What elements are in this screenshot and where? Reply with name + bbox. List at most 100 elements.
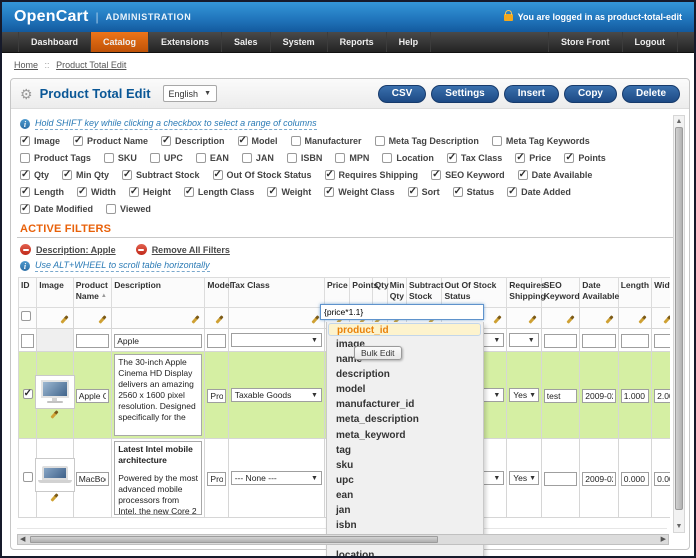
column-toggle[interactable]: Description xyxy=(161,135,225,147)
col-header-id[interactable]: ID xyxy=(19,278,37,308)
column-toggle[interactable]: Meta Tag Keywords xyxy=(492,135,590,147)
settings-button[interactable]: Settings xyxy=(431,85,498,103)
col-header-date-available[interactable]: Date Available xyxy=(580,278,619,308)
product-name-input[interactable] xyxy=(76,389,110,403)
filter-tax-class-select[interactable]: ▼ xyxy=(231,333,322,347)
seo-keyword-input[interactable] xyxy=(544,472,578,486)
edit-image-pencil-icon[interactable] xyxy=(51,410,59,419)
language-select[interactable]: English ▼ xyxy=(163,85,217,102)
checkbox-icon[interactable] xyxy=(447,153,457,163)
checkbox-icon[interactable] xyxy=(20,204,30,214)
width-input[interactable] xyxy=(654,472,670,486)
select-all-checkbox[interactable] xyxy=(21,311,31,321)
bulk-field-option[interactable]: ean xyxy=(327,488,483,503)
column-toggle[interactable]: Subtract Stock xyxy=(122,169,200,181)
date-available-input[interactable] xyxy=(582,472,616,486)
csv-button[interactable]: CSV xyxy=(378,85,427,103)
nav-item-dashboard[interactable]: Dashboard xyxy=(18,32,91,52)
column-toggle[interactable]: Date Available xyxy=(518,169,593,181)
column-toggle[interactable]: Date Modified xyxy=(20,203,93,215)
checkbox-icon[interactable] xyxy=(129,187,139,197)
col-header-image[interactable]: Image xyxy=(37,278,73,308)
column-toggle[interactable]: JAN xyxy=(242,152,274,164)
column-toggle[interactable]: EAN xyxy=(196,152,229,164)
bulk-edit-pencil-icon[interactable] xyxy=(215,315,223,324)
bulk-edit-price-input[interactable] xyxy=(320,304,484,320)
checkbox-icon[interactable] xyxy=(507,187,517,197)
horizontal-scrollbar[interactable]: ◀ ▶ xyxy=(17,534,669,545)
checkbox-icon[interactable] xyxy=(324,187,334,197)
checkbox-icon[interactable] xyxy=(375,136,385,146)
column-toggle[interactable]: SKU xyxy=(104,152,137,164)
scroll-up-arrow-icon[interactable]: ▲ xyxy=(674,117,684,126)
column-toggle[interactable]: Location xyxy=(382,152,434,164)
column-toggle[interactable]: Weight xyxy=(267,186,311,198)
breadcrumb-home-link[interactable]: Home xyxy=(14,60,38,70)
checkbox-icon[interactable] xyxy=(104,153,114,163)
horizontal-scrollbar-thumb[interactable] xyxy=(30,536,438,543)
bulk-edit-pencil-icon[interactable] xyxy=(494,315,502,324)
bulk-field-option[interactable]: sku xyxy=(327,458,483,473)
col-header-out-of-stock-status[interactable]: Out Of Stock Status xyxy=(442,278,507,308)
checkbox-icon[interactable] xyxy=(492,136,502,146)
nav-item-help[interactable]: Help xyxy=(387,32,432,52)
filter-date-available-input[interactable] xyxy=(582,334,616,348)
bulk-field-option[interactable]: product_id xyxy=(328,323,481,336)
column-toggle[interactable]: Meta Tag Description xyxy=(375,135,479,147)
description-editor[interactable]: The 30-inch Apple Cinema HD Display deli… xyxy=(114,354,202,436)
column-toggle[interactable]: Product Tags xyxy=(20,152,91,164)
bulk-edit-pencil-icon[interactable] xyxy=(664,315,670,324)
bulk-edit-pencil-icon[interactable] xyxy=(528,315,536,324)
column-toggle[interactable]: Date Added xyxy=(507,186,571,198)
seo-keyword-input[interactable] xyxy=(544,389,578,403)
delete-button[interactable]: Delete xyxy=(622,85,680,103)
description-editor[interactable]: Latest Intel mobile architecture Powered… xyxy=(114,441,202,515)
column-toggle[interactable]: Weight Class xyxy=(324,186,394,198)
column-toggle[interactable]: SEO Keyword xyxy=(431,169,505,181)
bulk-edit-pencil-icon[interactable] xyxy=(192,315,200,324)
scroll-left-arrow-icon[interactable]: ◀ xyxy=(20,535,25,545)
checkbox-icon[interactable] xyxy=(20,170,30,180)
checkbox-icon[interactable] xyxy=(20,153,30,163)
checkbox-icon[interactable] xyxy=(431,170,441,180)
nav-item-store-front[interactable]: Store Front xyxy=(548,32,623,52)
column-toggle[interactable]: ISBN xyxy=(287,152,323,164)
checkbox-icon[interactable] xyxy=(62,170,72,180)
vertical-scrollbar-thumb[interactable] xyxy=(675,127,683,510)
bulk-field-option[interactable]: isbn xyxy=(327,518,483,533)
checkbox-icon[interactable] xyxy=(20,136,30,146)
column-toggle[interactable]: Length Class xyxy=(184,186,255,198)
remove-all-filters-link[interactable]: Remove All Filters xyxy=(152,245,230,255)
col-header-length[interactable]: Length xyxy=(618,278,651,308)
bulk-field-option[interactable]: jan xyxy=(327,503,483,518)
col-header-tax-class[interactable]: Tax Class xyxy=(228,278,324,308)
edit-image-pencil-icon[interactable] xyxy=(51,493,59,502)
date-available-input[interactable] xyxy=(582,389,616,403)
row-checkbox[interactable] xyxy=(23,472,33,482)
bulk-field-option[interactable]: name xyxy=(327,352,483,367)
nav-item-sales[interactable]: Sales xyxy=(222,32,271,52)
bulk-field-option[interactable]: location xyxy=(327,548,483,558)
checkbox-icon[interactable] xyxy=(122,170,132,180)
checkbox-icon[interactable] xyxy=(335,153,345,163)
filter-id-input[interactable] xyxy=(21,334,34,348)
checkbox-icon[interactable] xyxy=(325,170,335,180)
col-header-product-name[interactable]: Product Name▲ xyxy=(73,278,112,308)
column-toggle[interactable]: Out Of Stock Status xyxy=(213,169,312,181)
filter-length-input[interactable] xyxy=(621,334,649,348)
length-input[interactable] xyxy=(621,389,649,403)
column-toggle[interactable]: Model xyxy=(238,135,278,147)
checkbox-icon[interactable] xyxy=(20,187,30,197)
checkbox-icon[interactable] xyxy=(150,153,160,163)
filter-description-input[interactable] xyxy=(114,334,202,348)
column-toggle[interactable]: Image xyxy=(20,135,60,147)
column-toggle[interactable]: Points xyxy=(564,152,606,164)
checkbox-icon[interactable] xyxy=(238,136,248,146)
col-header-width[interactable]: Width xyxy=(652,278,670,308)
column-toggle[interactable]: Manufacturer xyxy=(291,135,362,147)
checkbox-icon[interactable] xyxy=(408,187,418,197)
column-toggle[interactable]: Tax Class xyxy=(447,152,502,164)
checkbox-icon[interactable] xyxy=(77,187,87,197)
checkbox-icon[interactable] xyxy=(267,187,277,197)
checkbox-icon[interactable] xyxy=(291,136,301,146)
